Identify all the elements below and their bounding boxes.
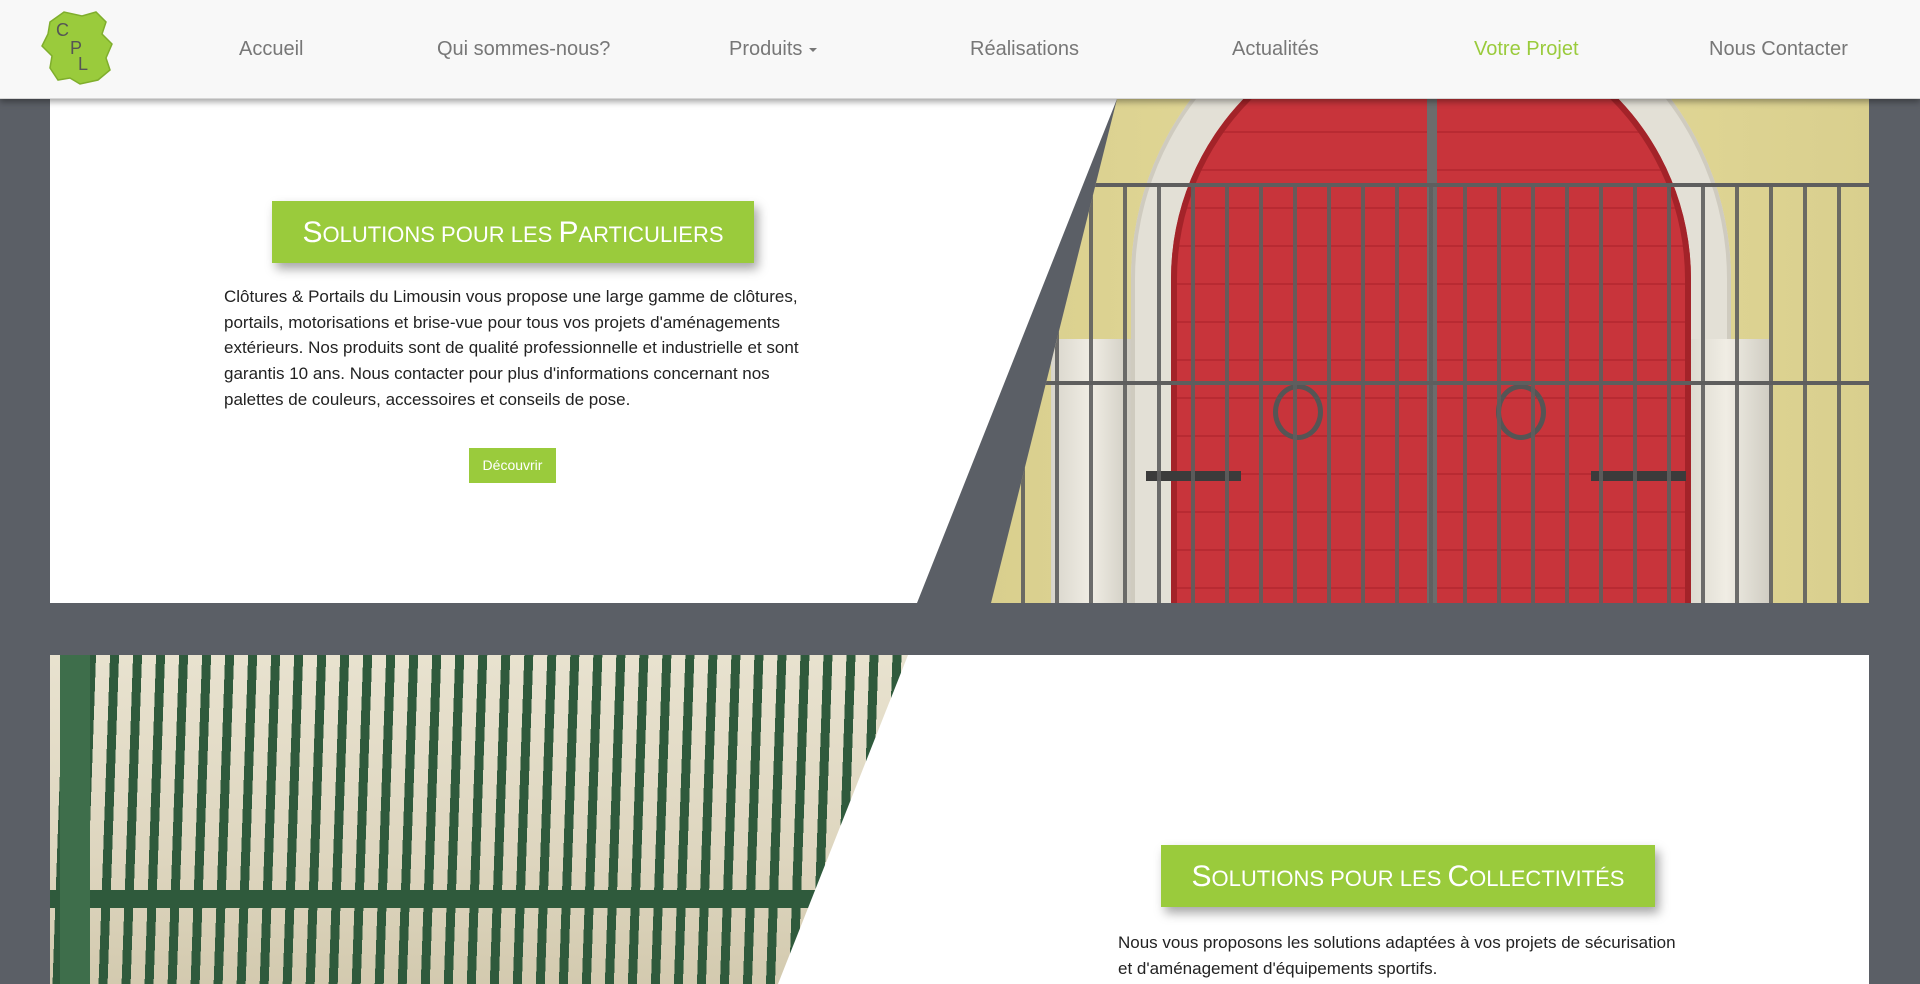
nav-nous-contacter-label: Nous Contacter xyxy=(1709,38,1848,60)
particuliers-description: Clôtures & Portails du Limousin vous pro… xyxy=(224,287,799,409)
nav-accueil[interactable]: Accueil xyxy=(239,36,303,62)
nav-produits-label: Produits xyxy=(729,38,803,60)
cpl-logo[interactable]: C P L xyxy=(40,8,116,86)
fence-post xyxy=(60,655,90,984)
nav-votre-projet-label: Votre Projet xyxy=(1474,38,1579,60)
title-part: ARTICULIERS xyxy=(578,222,724,247)
title-initial: P xyxy=(558,216,579,249)
gate-rail-middle xyxy=(991,381,1869,385)
nav-actualites[interactable]: Actualités xyxy=(1232,36,1319,62)
fence-rail xyxy=(50,890,930,908)
nav-actualites-label: Actualités xyxy=(1232,38,1319,60)
navbar: C P L Accueil Qui sommes-nous? Produits … xyxy=(0,0,1920,99)
title-initial: C xyxy=(1447,860,1470,893)
title-part: OLLECTIVITÉS xyxy=(1469,866,1625,891)
title-part: OLUTIONS POUR LES xyxy=(322,222,559,247)
svg-text:L: L xyxy=(78,54,88,74)
nav-qui-sommes-nous[interactable]: Qui sommes-nous? xyxy=(437,36,610,62)
svg-text:C: C xyxy=(56,20,69,40)
decouvrir-button[interactable]: Découvrir xyxy=(469,448,556,483)
red-door-image xyxy=(991,99,1869,603)
chevron-down-icon xyxy=(809,47,818,52)
nav-accueil-label: Accueil xyxy=(239,38,304,60)
title-part: OLUTIONS POUR LES xyxy=(1211,866,1448,891)
metal-gate-bars xyxy=(991,183,1869,603)
title-initial: S xyxy=(302,216,323,249)
nav-produits[interactable]: Produits xyxy=(729,36,818,62)
section-collectivites: SOLUTIONS POUR LES COLLECTIVITÉS Nous vo… xyxy=(50,655,1869,984)
nav-realisations[interactable]: Réalisations xyxy=(970,36,1079,62)
collectivites-title: SOLUTIONS POUR LES COLLECTIVITÉS xyxy=(1161,845,1655,907)
gate-rail-top xyxy=(991,183,1869,187)
nav-nous-contacter[interactable]: Nous Contacter xyxy=(1709,36,1848,62)
nav-qui-sommes-nous-label: Qui sommes-nous? xyxy=(437,38,611,60)
particuliers-title: SOLUTIONS POUR LES PARTICULIERS xyxy=(272,201,754,263)
title-initial: S xyxy=(1191,860,1212,893)
nav-realisations-label: Réalisations xyxy=(970,38,1079,60)
section-particuliers: SOLUTIONS POUR LES PARTICULIERS Clôtures… xyxy=(50,99,1869,603)
nav-votre-projet[interactable]: Votre Projet xyxy=(1474,36,1579,62)
collectivites-description: Nous vous proposons les solutions adapté… xyxy=(1118,933,1676,978)
